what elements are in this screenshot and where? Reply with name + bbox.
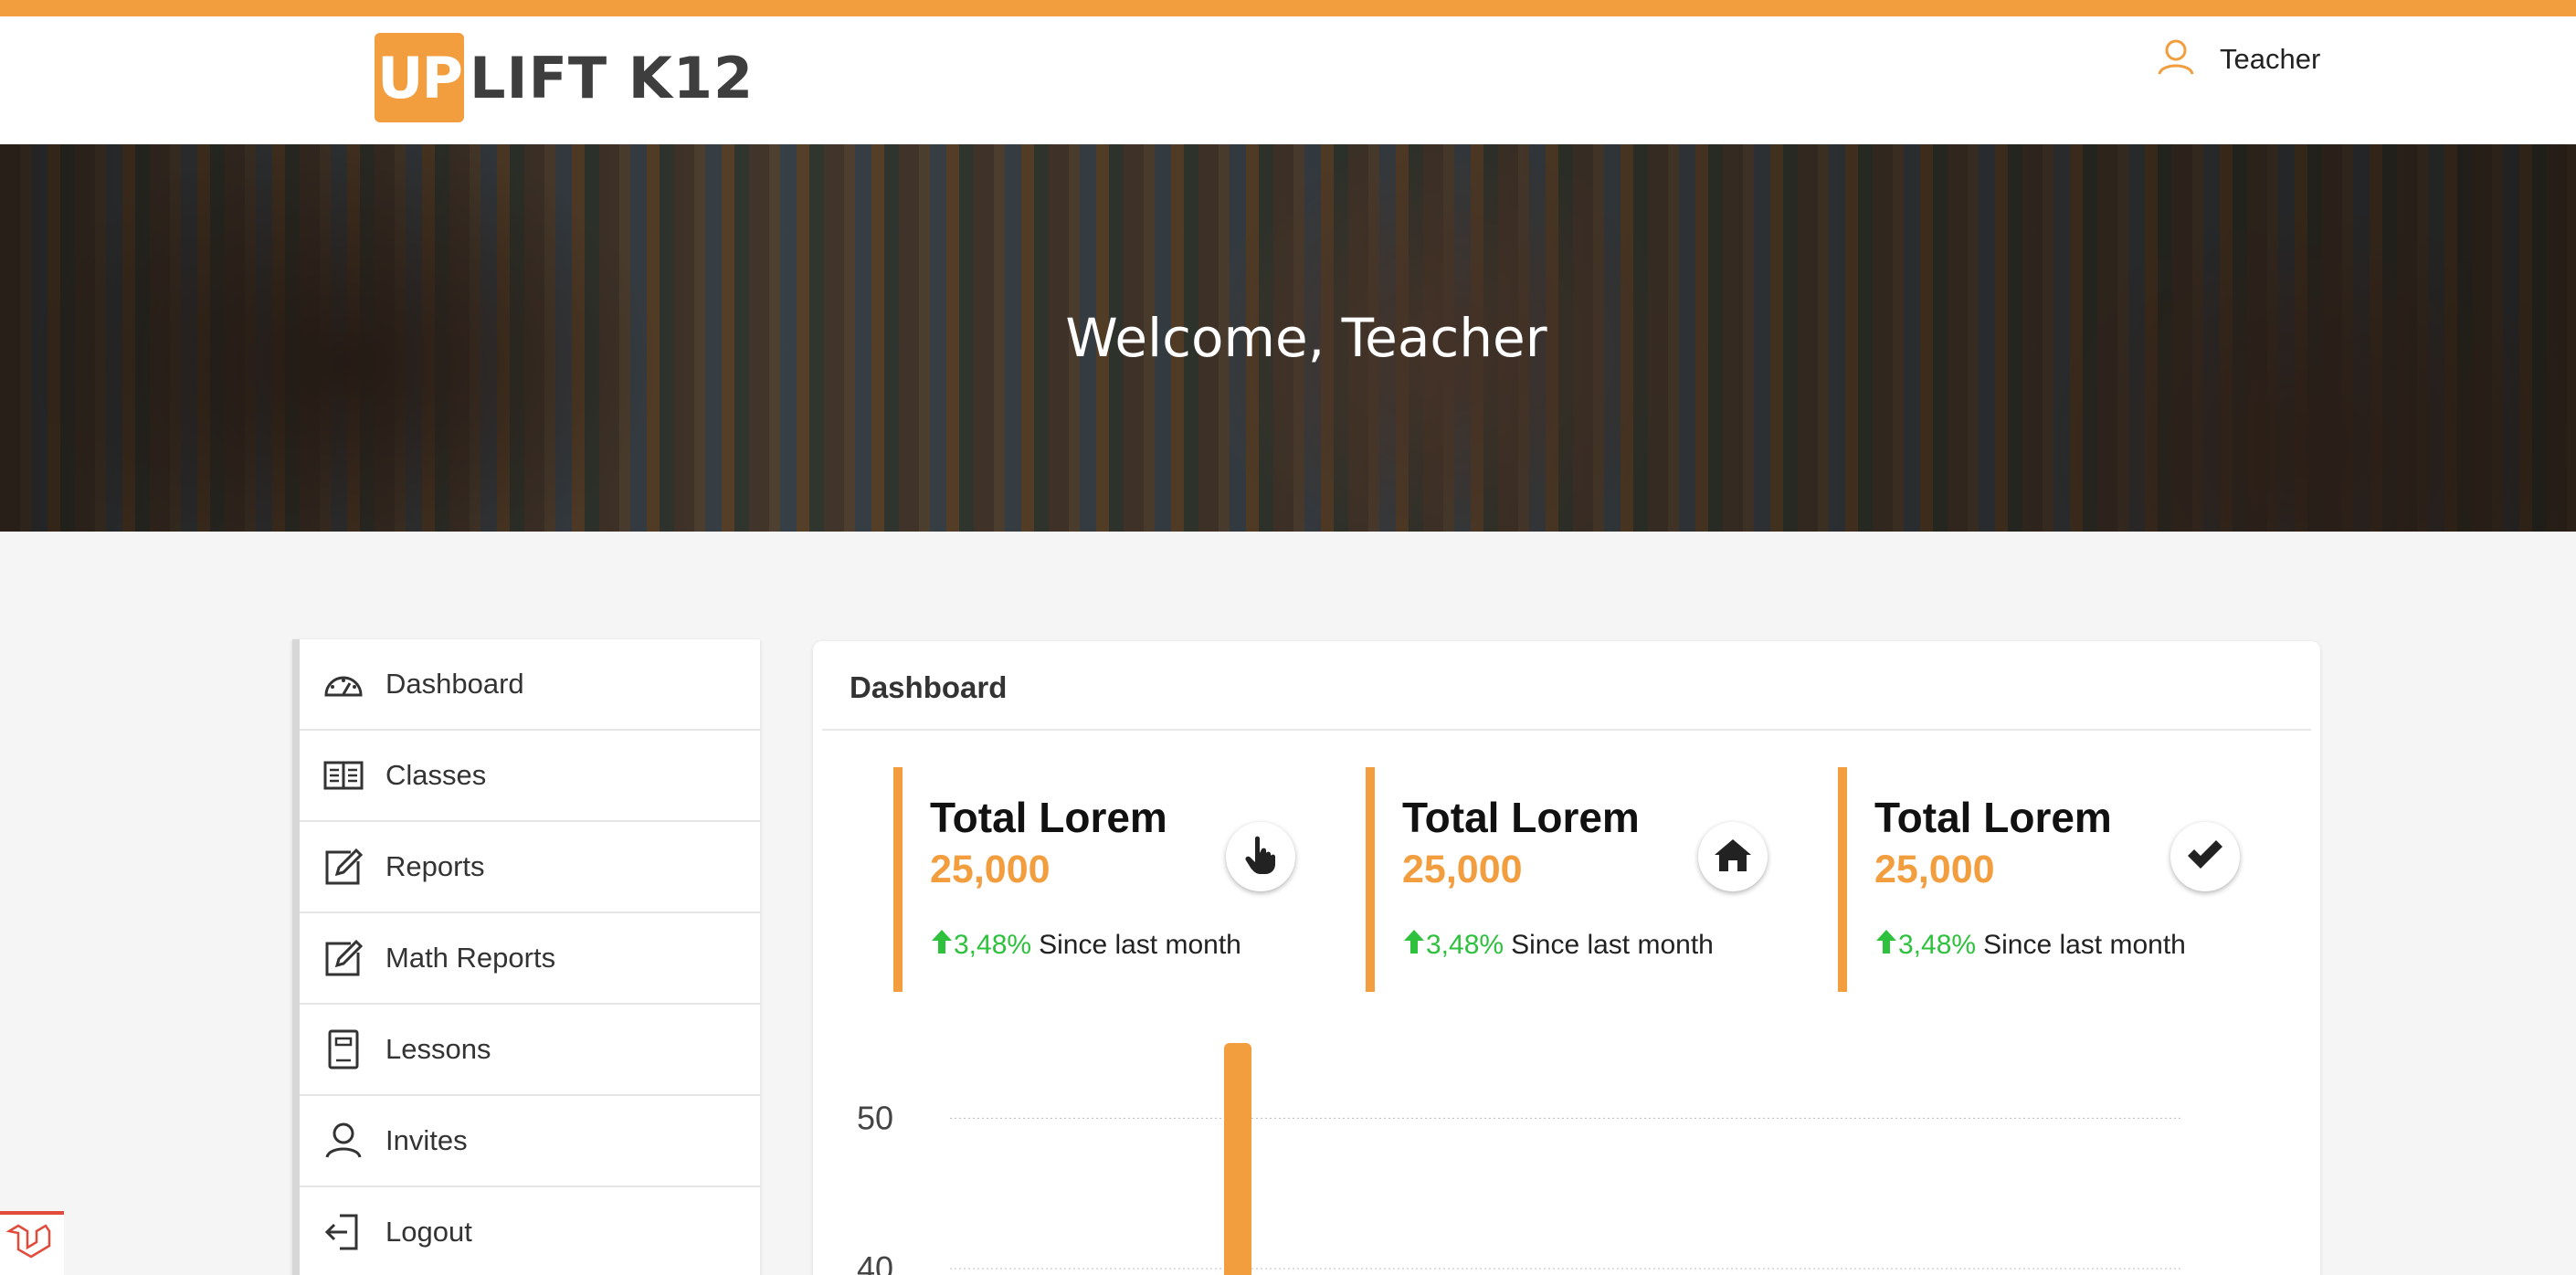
sidebar-item-math-reports[interactable]: Math Reports: [300, 913, 760, 1005]
stat-value: 25,000: [930, 848, 1050, 891]
dashboard-card: Dashboard Total Lorem 25,000 3,48% Since…: [813, 641, 2320, 1275]
stat-title: Total Lorem: [930, 794, 1167, 841]
stat-card: Total Lorem 25,000 3,48% Since last mont…: [893, 767, 1323, 992]
sidebar-item-label: Classes: [385, 759, 487, 791]
sidebar-item-label: Lessons: [385, 1033, 491, 1065]
sidebar-item-invites[interactable]: Invites: [300, 1096, 760, 1187]
top-accent-bar: [0, 0, 2576, 16]
arrow-up-icon: [1874, 928, 1898, 963]
user-icon: [2156, 37, 2196, 82]
home-icon: [1713, 837, 1753, 878]
stat-icon-button[interactable]: [1698, 822, 1768, 891]
sidebar-item-label: Logout: [385, 1216, 472, 1248]
stat-change-pct: 3,48%: [1898, 930, 1977, 960]
stat-change: 3,48% Since last month: [930, 928, 1241, 963]
sidebar: Dashboard Classes Reports Math Reports L…: [292, 639, 760, 1275]
hand-pointer-icon: [1242, 835, 1279, 880]
logo[interactable]: UP LIFT K12: [375, 33, 754, 122]
stat-title: Total Lorem: [1402, 794, 1640, 841]
arrow-up-icon: [1402, 928, 1426, 963]
laravel-icon: [0, 1224, 53, 1271]
stat-icon-button[interactable]: [1226, 822, 1295, 891]
logo-text: LIFT K12: [470, 44, 755, 111]
stat-icon-button[interactable]: [2170, 822, 2240, 891]
stat-change-since: Since last month: [1039, 930, 1241, 960]
hero-banner: Welcome, Teacher: [0, 144, 2576, 532]
sidebar-item-label: Math Reports: [385, 942, 556, 974]
arrow-up-icon: [930, 928, 954, 963]
debug-badge[interactable]: [0, 1211, 64, 1275]
sidebar-item-dashboard[interactable]: Dashboard: [300, 639, 760, 731]
sidebar-item-classes[interactable]: Classes: [300, 731, 760, 822]
stat-value: 25,000: [1402, 848, 1523, 891]
stat-change: 3,48% Since last month: [1402, 928, 1714, 963]
stat-title: Total Lorem: [1874, 794, 2112, 841]
stat-value: 25,000: [1874, 848, 1995, 891]
y-tick-label: 50: [857, 1099, 893, 1136]
stat-change-pct: 3,48%: [1426, 930, 1504, 960]
user-icon: [322, 1119, 365, 1163]
user-menu[interactable]: Teacher: [2156, 37, 2320, 82]
header: UP LIFT K12 Teacher: [0, 16, 2576, 144]
sidebar-item-label: Dashboard: [385, 668, 524, 700]
sidebar-item-label: Invites: [385, 1124, 468, 1156]
stat-change-since: Since last month: [1511, 930, 1714, 960]
stat-change-pct: 3,48%: [954, 930, 1032, 960]
sidebar-item-label: Reports: [385, 850, 485, 882]
logo-mark: UP: [375, 33, 464, 122]
edit-icon: [322, 845, 365, 889]
sidebar-item-reports[interactable]: Reports: [300, 822, 760, 913]
book-open-icon: [322, 753, 365, 797]
user-name: Teacher: [2220, 43, 2321, 75]
stat-card: Total Lorem 25,000 3,48% Since last mont…: [1838, 767, 2267, 992]
card-title: Dashboard: [850, 670, 1008, 704]
stat-change: 3,48% Since last month: [1874, 928, 2186, 963]
bar-chart: 50 40: [857, 1043, 2183, 1275]
card-divider: [822, 729, 2311, 731]
gauge-icon: [322, 662, 365, 706]
stat-card: Total Lorem 25,000 3,48% Since last mont…: [1366, 767, 1795, 992]
y-tick-label: 40: [857, 1249, 893, 1275]
book-icon: [322, 1027, 365, 1071]
stat-change-since: Since last month: [1983, 930, 2186, 960]
logout-icon: [322, 1210, 365, 1254]
chart-bar[interactable]: [1224, 1043, 1251, 1275]
sidebar-item-lessons[interactable]: Lessons: [300, 1005, 760, 1096]
check-icon: [2185, 838, 2225, 876]
sidebar-item-logout[interactable]: Logout: [300, 1187, 760, 1275]
hero-title: Welcome, Teacher: [1065, 307, 1547, 369]
edit-icon: [322, 936, 365, 980]
